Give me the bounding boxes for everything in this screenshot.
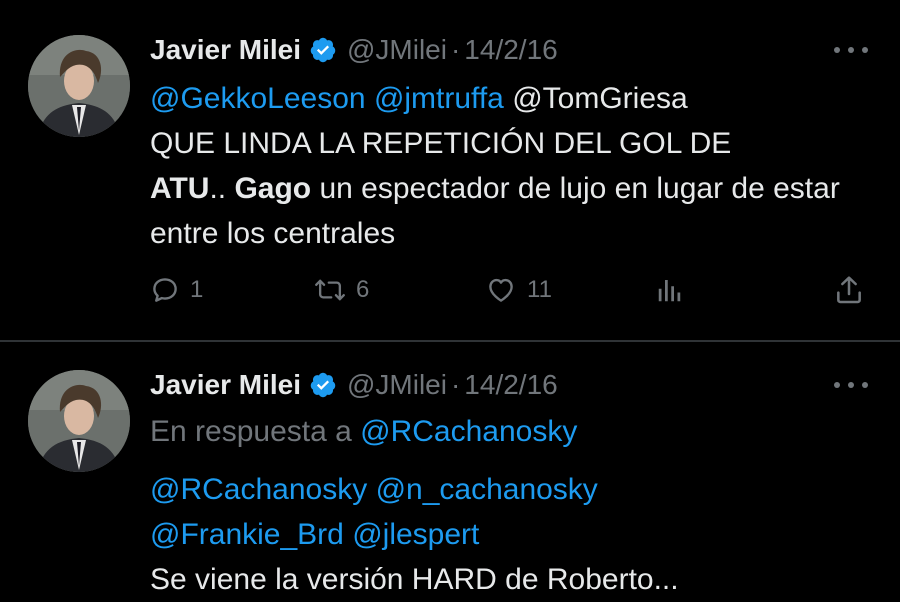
tweet-date[interactable]: 14/2/16 (464, 34, 557, 66)
tweet-text: @RCachanosky @n_cachanosky @Frankie_Brd … (150, 467, 870, 602)
avatar-image (28, 35, 130, 137)
author-handle[interactable]: @JMilei (347, 34, 447, 66)
mention-link[interactable]: @jlespert (352, 518, 479, 551)
separator-dot: · (450, 369, 461, 400)
like-count: 11 (527, 276, 552, 303)
tweet-text-fragment: .. (209, 172, 235, 205)
mention-link[interactable]: @RCachanosky (150, 473, 367, 506)
like-button[interactable]: 11 (485, 268, 552, 312)
verified-badge-icon (309, 371, 337, 399)
tweet-actions: 1 6 11 (150, 268, 870, 312)
verified-badge-icon (309, 36, 337, 64)
avatar-image (28, 370, 130, 472)
mention-text: @TomGriesa (512, 82, 688, 115)
bold-text: Gago (234, 172, 312, 205)
tweet-body: Se viene la versión HARD de Roberto... (150, 563, 679, 596)
views-button[interactable] (655, 268, 685, 312)
tweet-date[interactable]: 14/2/16 (464, 369, 557, 401)
tweet-text-line: QUE LINDA LA REPETICIÓN DEL GOL DE (150, 127, 732, 160)
bold-text: ATU (150, 172, 210, 205)
reply-prefix: En respuesta a (150, 415, 361, 448)
reply-count: 1 (190, 276, 204, 303)
tweet-text: @GekkoLeeson @jmtruffa @TomGriesa QUE LI… (150, 76, 870, 256)
retweet-count: 6 (356, 276, 370, 303)
mention-link[interactable]: @Frankie_Brd (150, 518, 344, 551)
author-name[interactable]: Javier Milei (150, 34, 301, 66)
retweet-icon (315, 279, 345, 301)
share-button[interactable] (833, 268, 865, 312)
reply-icon (153, 278, 177, 302)
tweet-header: Javier Milei @JMilei · 14/2/16 (150, 32, 558, 68)
timeline-feed: Javier Milei @JMilei · 14/2/16 @GekkoLee… (0, 0, 900, 600)
retweet-button[interactable]: 6 (314, 268, 369, 312)
tweet-header: Javier Milei @JMilei · 14/2/16 (150, 367, 558, 403)
more-icon[interactable] (834, 44, 868, 56)
mention-link[interactable]: @n_cachanosky (376, 473, 598, 506)
reply-target-link[interactable]: @RCachanosky (360, 415, 577, 448)
reply-button[interactable]: 1 (150, 268, 203, 312)
views-icon (658, 280, 681, 302)
reply-context: En respuesta a @RCachanosky (150, 409, 577, 454)
avatar[interactable] (28, 370, 130, 472)
avatar[interactable] (28, 35, 130, 137)
separator-dot: · (450, 34, 461, 65)
tweet[interactable]: Javier Milei @JMilei · 14/2/16 @GekkoLee… (0, 0, 900, 340)
share-icon (837, 276, 861, 304)
mention-link[interactable]: @GekkoLeeson (150, 82, 366, 115)
author-handle[interactable]: @JMilei (347, 369, 447, 401)
mention-link[interactable]: @jmtruffa (374, 82, 504, 115)
tweet[interactable]: Javier Milei @JMilei · 14/2/16 En respue… (0, 342, 900, 600)
author-name[interactable]: Javier Milei (150, 369, 301, 401)
more-icon[interactable] (834, 379, 868, 391)
like-icon (489, 278, 513, 302)
